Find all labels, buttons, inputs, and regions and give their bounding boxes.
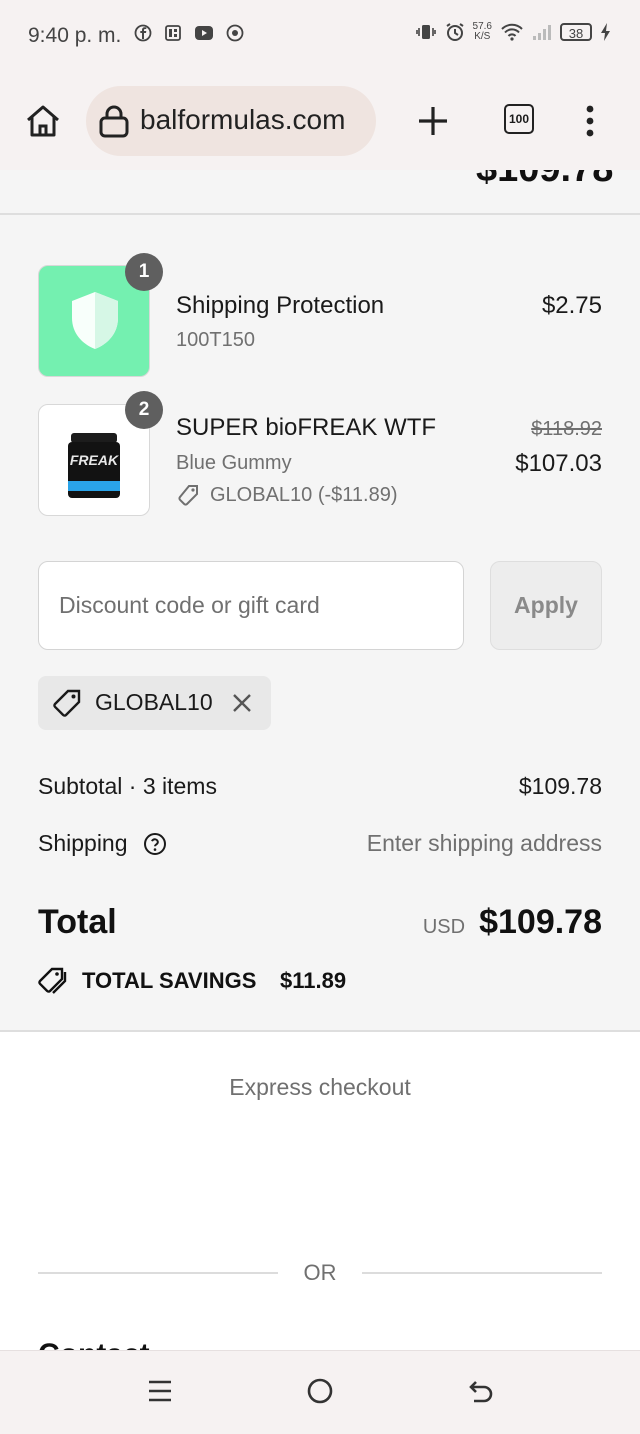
back-nav-icon[interactable] xyxy=(466,1377,494,1405)
or-divider-right xyxy=(362,1272,602,1274)
total-label: Total xyxy=(38,903,117,941)
contact-heading: Contact xyxy=(38,1338,150,1350)
item-name: Shipping Protection xyxy=(176,292,385,319)
applied-code-label: GLOBAL10 xyxy=(95,689,213,715)
help-icon[interactable] xyxy=(143,832,167,856)
alarm-icon xyxy=(445,23,464,41)
tag-icon xyxy=(178,485,198,506)
item-original-price: $118.92 xyxy=(531,418,602,440)
status-app-icons xyxy=(134,24,244,42)
total-savings-label: TOTAL SAVINGS xyxy=(82,968,257,993)
total-amount: USD $109.78 xyxy=(423,903,602,942)
home-icon[interactable] xyxy=(24,102,62,140)
status-indicators: 57.6 K/S 38 xyxy=(415,22,612,42)
express-checkout-heading: Express checkout xyxy=(229,1074,411,1100)
applied-code-chip: GLOBAL10 xyxy=(38,676,271,730)
summary-divider xyxy=(0,213,640,215)
status-time: 9:40 p. m. xyxy=(28,24,122,47)
charging-icon xyxy=(601,23,610,41)
tab-switcher[interactable]: 100 xyxy=(504,104,534,134)
product-tub-image: FREAK xyxy=(68,433,120,498)
contact-heading-clip: Contact xyxy=(0,1330,640,1350)
summary-header-clip: $109.78 xyxy=(0,170,640,213)
wifi-icon xyxy=(501,23,523,41)
or-divider-left xyxy=(38,1272,278,1274)
savings-tags-icon xyxy=(38,967,67,994)
facebook-icon xyxy=(134,24,152,42)
lock-icon[interactable] xyxy=(98,104,130,138)
tag-icon xyxy=(53,689,81,717)
net-speed-unit: K/S xyxy=(474,31,491,42)
item-price: $2.75 xyxy=(541,292,602,319)
or-label: OR xyxy=(303,1260,337,1285)
subtotal-label: Subtotal · 3 items xyxy=(38,773,217,799)
product-tub-label: FREAK xyxy=(70,452,119,468)
item-name: SUPER bioFREAK WTF xyxy=(176,414,437,441)
chrome-icon xyxy=(226,24,244,42)
shield-icon xyxy=(72,292,118,349)
shipping-value: Enter shipping address xyxy=(366,830,602,856)
total-savings-value: $11.89 xyxy=(280,968,347,993)
item-quantity-badge: 1 xyxy=(125,253,163,291)
news-icon xyxy=(165,25,181,41)
item-variant: Blue Gummy xyxy=(176,452,292,474)
header-total-partial: $109.78 xyxy=(476,170,613,191)
new-tab-icon[interactable] xyxy=(416,104,450,138)
youtube-icon xyxy=(195,26,213,40)
signal-icon xyxy=(533,25,551,40)
status-bar: 9:40 p. m. 57.6 K/S 38 xyxy=(0,0,640,72)
item-price: $107.03 xyxy=(515,450,602,477)
item-variant: 100T150 xyxy=(176,329,255,351)
recents-menu-icon[interactable] xyxy=(147,1378,173,1404)
home-nav-icon[interactable] xyxy=(306,1377,334,1405)
total-value: $109.78 xyxy=(479,903,602,941)
subtotal-value: $109.78 xyxy=(518,773,602,799)
item-discount: GLOBAL10 (-$11.89) xyxy=(210,484,398,506)
url-text[interactable]: balformulas.com xyxy=(140,104,345,136)
vibrate-icon xyxy=(415,25,436,39)
total-currency: USD xyxy=(422,916,466,938)
system-nav-bar xyxy=(0,1350,640,1434)
apply-button[interactable]: Apply xyxy=(490,561,602,650)
more-menu-icon[interactable] xyxy=(582,104,598,138)
close-icon[interactable] xyxy=(231,692,253,714)
item-quantity-badge: 2 xyxy=(125,391,163,429)
net-speed: 57.6 K/S xyxy=(473,22,492,42)
summary-bottom-divider xyxy=(0,1030,640,1032)
battery-indicator: 38 xyxy=(560,23,592,41)
shipping-label: Shipping xyxy=(38,830,128,856)
discount-code-input[interactable]: Discount code or gift card xyxy=(38,561,464,650)
